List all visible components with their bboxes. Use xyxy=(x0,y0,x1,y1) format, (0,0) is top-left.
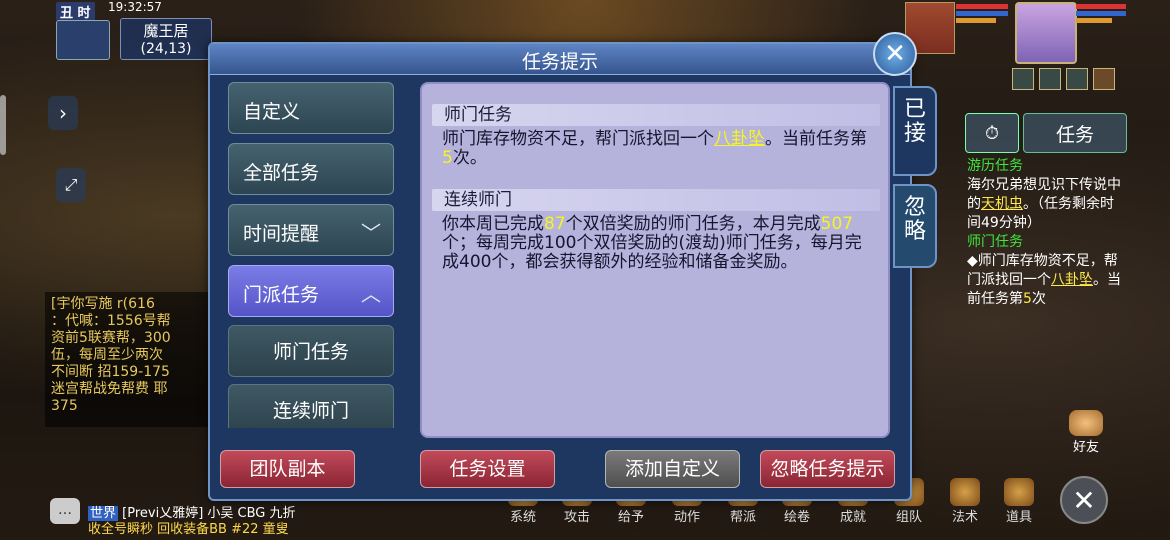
location-name: 魔王居 xyxy=(143,22,189,40)
chat-line: 伍，每周至少两次 xyxy=(51,347,163,363)
section-title: 师门任务 xyxy=(432,104,880,126)
fullscreen-icon[interactable]: ⤢ xyxy=(56,168,86,202)
menu-items[interactable]: 道具 xyxy=(1006,506,1032,525)
item-link[interactable]: 八卦坠 xyxy=(714,129,765,149)
pet-status-bars xyxy=(956,4,1008,32)
world-chat-line: [Previ乂雅婷] 小吴 CBG 九折 xyxy=(122,506,296,521)
channel-badge: 世界 xyxy=(88,506,119,521)
menu-give[interactable]: 给予 xyxy=(618,506,644,525)
friends-label: 好友 xyxy=(1072,440,1099,455)
buff-icon[interactable] xyxy=(1093,68,1115,90)
player-status-bars xyxy=(1076,4,1128,32)
timer-tab[interactable]: ⏱ xyxy=(965,113,1019,153)
dialog-titlebar: 任务提示 xyxy=(210,44,910,75)
task-detail-panel: 师门任务 师门库存物资不足，帮门派找回一个八卦坠。当前任务第5次。 连续师门 你… xyxy=(420,82,890,438)
chat-line: ：代喊：1556号帮 xyxy=(51,313,171,329)
clock-text: 19:32:57 xyxy=(108,0,162,14)
team-dungeon-button[interactable]: 团队副本 xyxy=(220,450,355,488)
menu-action[interactable]: 动作 xyxy=(674,506,700,525)
task-tracker-tabs: ⏱ 任务 xyxy=(965,113,1127,153)
task-hint-dialog: 任务提示 ✕ 自定义 全部任务 时间提醒 ﹀ 门派任务 ︿ 师门任务 连续师门 师门… xyxy=(208,32,937,501)
chevron-up-icon: ︿ xyxy=(361,282,381,306)
menu-team[interactable]: 组队 xyxy=(896,506,922,525)
add-custom-button[interactable]: 添加自定义 xyxy=(605,450,740,488)
close-menu-icon[interactable]: ✕ xyxy=(1060,476,1108,524)
menu-guild[interactable]: 帮派 xyxy=(730,506,756,525)
item-chest-icon[interactable] xyxy=(1004,478,1034,506)
task-tracker[interactable]: 游历任务 海尔兄弟想见识下传说中的天机虫。（任务剩余时间49分钟） 师门任务 ◆… xyxy=(967,157,1122,309)
submenu-sect-task[interactable]: 师门任务 xyxy=(228,325,394,377)
task-category-menu: 自定义 全部任务 时间提醒 ﹀ 门派任务 ︿ 师门任务 连续师门 xyxy=(228,82,398,428)
tracker-link[interactable]: 八卦坠 xyxy=(1051,272,1093,288)
time-period-label: 丑 时 xyxy=(56,2,95,21)
chat-line: 迷宫帮战免帮费 耶 xyxy=(51,381,168,397)
chat-line: 不间断 招159-175 xyxy=(51,364,170,380)
clock-icon: ⏱ xyxy=(984,122,1000,144)
tracker-link[interactable]: 天机虫 xyxy=(981,196,1023,212)
location-panel[interactable]: 丑 时 19:32:57 魔王居 (24,13) xyxy=(50,0,212,60)
menu-achievement[interactable]: 成就 xyxy=(840,506,866,525)
section-body: 师门库存物资不足，帮门派找回一个八卦坠。当前任务第5次。 xyxy=(442,129,867,168)
menu-spell[interactable]: 法术 xyxy=(952,506,978,525)
location-coords: (24,13) xyxy=(140,41,192,57)
world-chat-line: 收全号瞬秒 回收装备BB #22 童叟 xyxy=(88,522,289,537)
ignore-hint-button[interactable]: 忽略任务提示 xyxy=(760,450,895,488)
buff-icon[interactable] xyxy=(1039,68,1061,90)
minimap-icon[interactable] xyxy=(56,20,110,60)
tracker-title: 游历任务 xyxy=(967,158,1023,174)
expand-arrow-icon[interactable]: › xyxy=(48,96,78,130)
buff-icon[interactable] xyxy=(1066,68,1088,90)
screen-edge-handle xyxy=(0,95,6,155)
chat-line: [宇你写施 r(616 xyxy=(51,296,155,312)
spell-icon[interactable] xyxy=(950,478,980,506)
location-box[interactable]: 魔王居 (24,13) xyxy=(120,18,212,60)
menu-scroll[interactable]: 绘卷 xyxy=(784,506,810,525)
chat-line: 375 xyxy=(51,398,78,414)
chat-line: 资前5联赛帮，300 xyxy=(51,330,171,346)
chevron-down-icon: ﹀ xyxy=(361,221,381,245)
submenu-continuous-sect[interactable]: 连续师门 xyxy=(228,384,394,428)
tracker-text: ◆师门库存物资不足，帮门派找回一个八卦坠。当前任务第5次 xyxy=(967,253,1121,307)
tracker-text: 海尔兄弟想见识下传说中的天机虫。（任务剩余时间49分钟） xyxy=(967,177,1121,231)
section-title: 连续师门 xyxy=(432,189,880,211)
menu-attack[interactable]: 攻击 xyxy=(564,506,590,525)
section-body: 你本周已完成87个双倍奖励的师门任务，本月完成507个；每周完成100个双倍奖励… xyxy=(442,214,862,272)
menu-all-tasks[interactable]: 全部任务 xyxy=(228,143,394,195)
friends-button[interactable]: 好友 xyxy=(1066,410,1106,456)
menu-time-reminder[interactable]: 时间提醒 ﹀ xyxy=(228,204,394,256)
tab-accepted[interactable]: 已接 xyxy=(893,86,937,176)
team-chat-log[interactable]: [宇你写施 r(616 ：代喊：1556号帮 资前5联赛帮，300 伍，每周至少… xyxy=(45,292,215,427)
player-portrait[interactable] xyxy=(1015,2,1077,64)
chat-bubble-icon[interactable]: … xyxy=(50,498,80,524)
menu-system[interactable]: 系统 xyxy=(510,506,536,525)
task-settings-button[interactable]: 任务设置 xyxy=(420,450,555,488)
tab-ignored[interactable]: 忽略 xyxy=(893,184,937,268)
menu-custom[interactable]: 自定义 xyxy=(228,82,394,134)
tracker-title: 师门任务 xyxy=(967,234,1023,250)
buff-icon[interactable] xyxy=(1012,68,1034,90)
task-tab[interactable]: 任务 xyxy=(1023,113,1127,153)
dialog-title: 任务提示 xyxy=(521,51,598,73)
world-chat[interactable]: 世界 [Previ乂雅婷] 小吴 CBG 九折 收全号瞬秒 回收装备BB #22… xyxy=(88,506,296,538)
handshake-icon xyxy=(1069,410,1103,436)
menu-sect-tasks[interactable]: 门派任务 ︿ xyxy=(228,265,394,317)
close-icon[interactable]: ✕ xyxy=(873,32,917,76)
